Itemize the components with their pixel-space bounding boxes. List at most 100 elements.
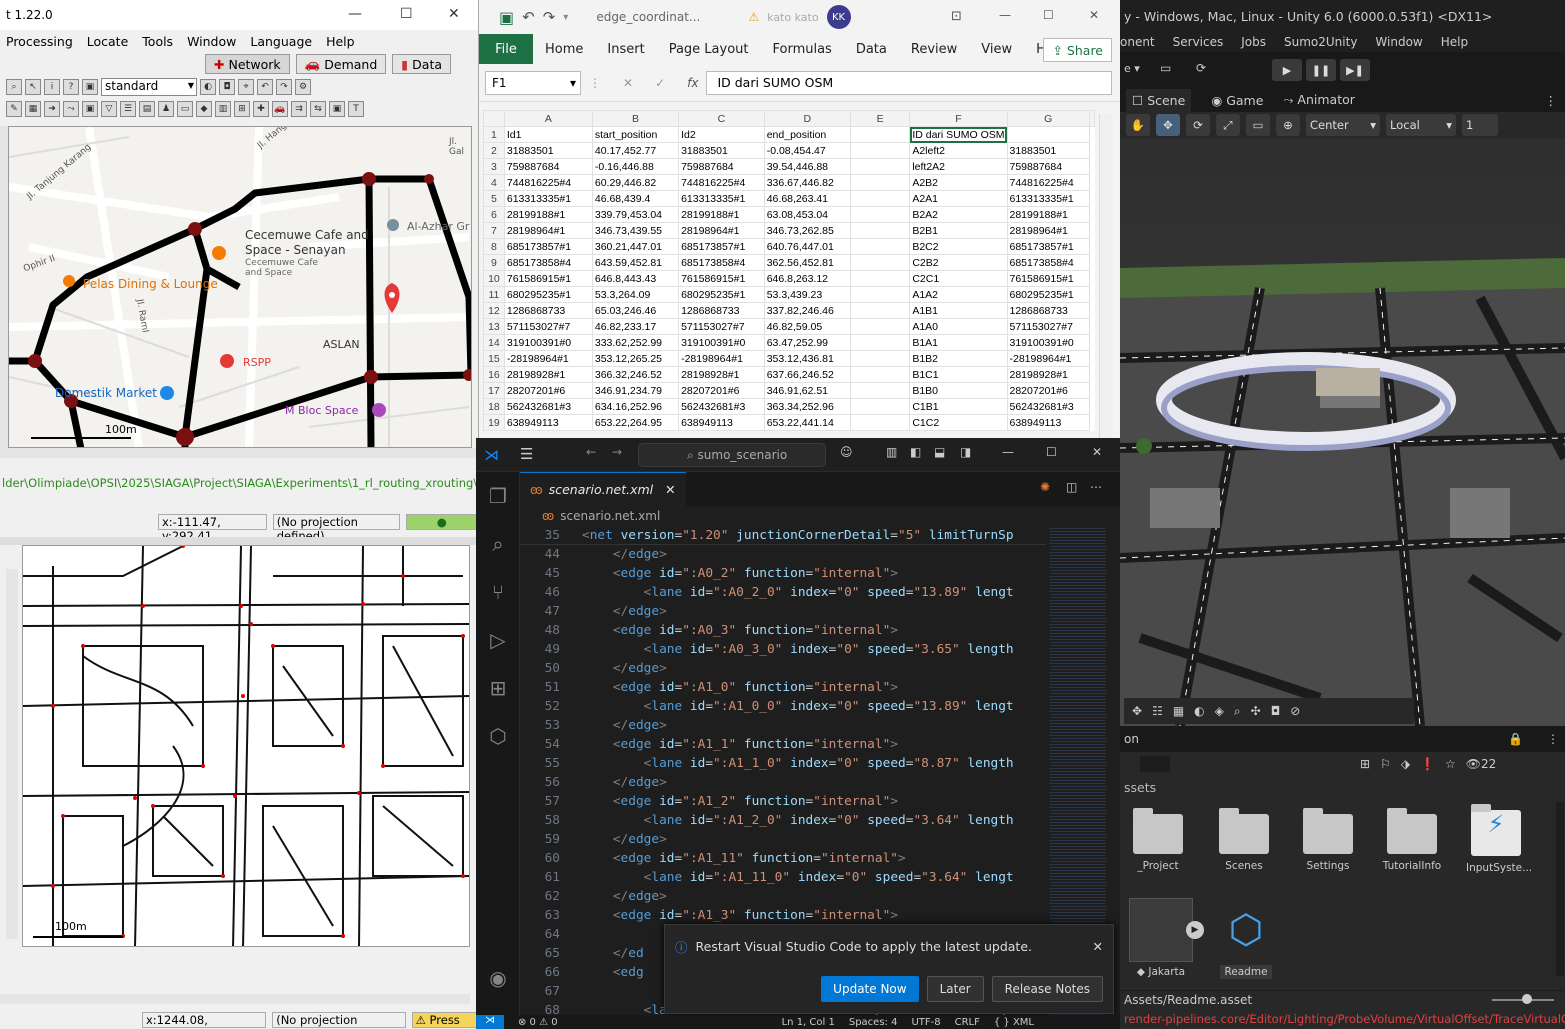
- corner-cell[interactable]: [483, 110, 505, 127]
- stop-icon[interactable]: ♟: [158, 101, 174, 117]
- column-header[interactable]: G: [1006, 110, 1090, 127]
- secondary-toggle-icon[interactable]: ◨: [960, 445, 971, 459]
- table-cell[interactable]: [849, 142, 911, 159]
- tab-data[interactable]: ▮ Data: [392, 54, 452, 74]
- remote-icon[interactable]: ⬡: [476, 712, 520, 760]
- dropdown-icon[interactable]: ▾: [563, 12, 568, 23]
- code-line[interactable]: 51 <edge id=":A1_0" function="internal">: [520, 678, 1046, 697]
- row-header[interactable]: 3: [483, 158, 505, 175]
- table-cell[interactable]: 28207201#6: [1006, 382, 1090, 399]
- table-cell[interactable]: -0.16,446.88: [591, 158, 680, 175]
- table-cell[interactable]: 63.08,453.04: [763, 206, 851, 223]
- hand-tool-icon[interactable]: ✋: [1126, 114, 1150, 136]
- redo-icon[interactable]: ↷: [276, 79, 292, 95]
- table-cell[interactable]: 28198964#1: [678, 222, 765, 239]
- table-cell[interactable]: 46.82,233.17: [591, 318, 680, 335]
- table-cell[interactable]: [849, 286, 911, 303]
- table-cell[interactable]: 346.73,262.85: [763, 222, 851, 239]
- table-cell[interactable]: 680295235#1: [503, 286, 593, 303]
- star-icon[interactable]: ☆: [1445, 757, 1456, 771]
- mode-select[interactable]: standard: [101, 78, 197, 96]
- table-cell[interactable]: 346.73,439.55: [591, 222, 680, 239]
- label-icon[interactable]: ⚐: [1380, 757, 1391, 771]
- ribbon-tab[interactable]: Formulas: [760, 42, 843, 57]
- tab-animator[interactable]: ⤳ Animator: [1283, 92, 1354, 108]
- tag-icon[interactable]: ⬗: [1401, 757, 1410, 771]
- row-header[interactable]: 16: [483, 366, 505, 383]
- select-icon[interactable]: ↖: [25, 79, 41, 95]
- table-cell[interactable]: B1C1: [909, 366, 1008, 383]
- code-line[interactable]: 45 <edge id=":A0_2" function="internal">: [520, 564, 1046, 583]
- code-line[interactable]: 50 </edge>: [520, 659, 1046, 678]
- cancel-icon[interactable]: ✕: [623, 76, 633, 90]
- sticky-scroll-line[interactable]: 35 <net version="1.20" junctionCornerDeta…: [520, 526, 1046, 545]
- menu-item[interactable]: Language: [250, 34, 312, 49]
- table-cell[interactable]: 571153027#7: [503, 318, 593, 335]
- vertical-scrollbar[interactable]: [6, 569, 18, 939]
- table-cell[interactable]: 761586915#1: [678, 270, 765, 287]
- table-cell[interactable]: 685173857#1: [503, 238, 593, 255]
- gizmo-icon[interactable]: ✣: [1251, 704, 1261, 718]
- inspect-icon[interactable]: i: [44, 79, 60, 95]
- back-icon[interactable]: ←: [586, 445, 596, 459]
- table-cell[interactable]: 28198964#1: [1006, 222, 1090, 239]
- vehicle-icon[interactable]: 🚗: [272, 101, 288, 117]
- row-header[interactable]: 6: [483, 206, 505, 223]
- code-line[interactable]: 58 <lane id=":A1_2_0" index="0" speed="3…: [520, 811, 1046, 830]
- table-cell[interactable]: C2B2: [909, 254, 1008, 271]
- row-header[interactable]: 14: [483, 334, 505, 351]
- tab-network[interactable]: ✚ Network: [205, 54, 290, 74]
- language-mode[interactable]: { } XML: [994, 1017, 1034, 1028]
- table-cell[interactable]: 744816225#4: [678, 174, 765, 191]
- remote-icon[interactable]: ⋊: [476, 1015, 504, 1029]
- menu-item[interactable]: Processing: [6, 34, 73, 49]
- copilot-icon[interactable]: ☺: [840, 445, 853, 459]
- sparkle-icon[interactable]: ✺: [1040, 480, 1050, 494]
- table-cell[interactable]: C1B1: [909, 398, 1008, 415]
- table-cell[interactable]: start_position: [591, 126, 680, 143]
- table-cell[interactable]: A1A0: [909, 318, 1008, 335]
- table-cell[interactable]: [849, 414, 911, 431]
- release-notes-button[interactable]: Release Notes: [991, 976, 1103, 1002]
- table-cell[interactable]: 759887684: [1006, 158, 1090, 175]
- split-editor-icon[interactable]: ◫: [1066, 480, 1077, 494]
- more-options-icon[interactable]: ⋮: [1547, 732, 1559, 746]
- code-line[interactable]: 48 <edge id=":A0_3" function="internal">: [520, 621, 1046, 640]
- folder-settings[interactable]: Settings: [1298, 808, 1358, 872]
- code-line[interactable]: 49 <lane id=":A0_3_0" index="0" speed="3…: [520, 640, 1046, 659]
- table-cell[interactable]: 319100391#0: [1006, 334, 1090, 351]
- code-line[interactable]: 46 <lane id=":A0_2_0" index="0" speed="1…: [520, 583, 1046, 602]
- ribbon-toggle-icon[interactable]: ⊡: [951, 9, 962, 24]
- ribbon-tab[interactable]: Home: [533, 42, 595, 57]
- taz-icon[interactable]: ◆: [196, 101, 212, 117]
- table-cell[interactable]: 643.59,452.81: [591, 254, 680, 271]
- step-button[interactable]: ▶❚: [1340, 59, 1370, 81]
- console-error-line[interactable]: render-pipelines.core/Editor/Lighting/Pr…: [1120, 1012, 1565, 1029]
- table-cell[interactable]: 637.66,246.52: [763, 366, 851, 383]
- search-icon[interactable]: ⌕: [476, 520, 520, 568]
- table-cell[interactable]: [849, 254, 911, 271]
- problems-status[interactable]: ⊗ 0 ⚠ 0: [518, 1017, 558, 1028]
- forward-icon[interactable]: →: [612, 445, 622, 459]
- code-line[interactable]: 47 </edge>: [520, 602, 1046, 621]
- netedit-map-view-2[interactable]: 100m: [22, 545, 470, 947]
- row-header[interactable]: 17: [483, 382, 505, 399]
- undo-icon[interactable]: ↶: [257, 79, 273, 95]
- table-cell[interactable]: 759887684: [503, 158, 593, 175]
- connect-icon[interactable]: ⤳: [63, 101, 79, 117]
- row-header[interactable]: 11: [483, 286, 505, 303]
- color-icon[interactable]: ◐: [200, 79, 216, 95]
- collab-icon[interactable]: ⟳: [1196, 61, 1206, 75]
- table-cell[interactable]: B1B0: [909, 382, 1008, 399]
- extensions-icon[interactable]: ⊞: [476, 664, 520, 712]
- table-cell[interactable]: 362.56,452.81: [763, 254, 851, 271]
- record-icon[interactable]: ▣: [329, 101, 345, 117]
- menu-item[interactable]: Tools: [142, 34, 173, 49]
- table-cell[interactable]: 46.68,263.41: [763, 190, 851, 207]
- more-options-icon[interactable]: ⋮: [1545, 93, 1558, 108]
- cursor-position[interactable]: Ln 1, Col 1: [782, 1017, 835, 1028]
- table-cell[interactable]: [849, 350, 911, 367]
- table-cell[interactable]: B2B1: [909, 222, 1008, 239]
- table-cell[interactable]: [849, 158, 911, 175]
- vertical-scrollbar[interactable]: [1099, 114, 1113, 441]
